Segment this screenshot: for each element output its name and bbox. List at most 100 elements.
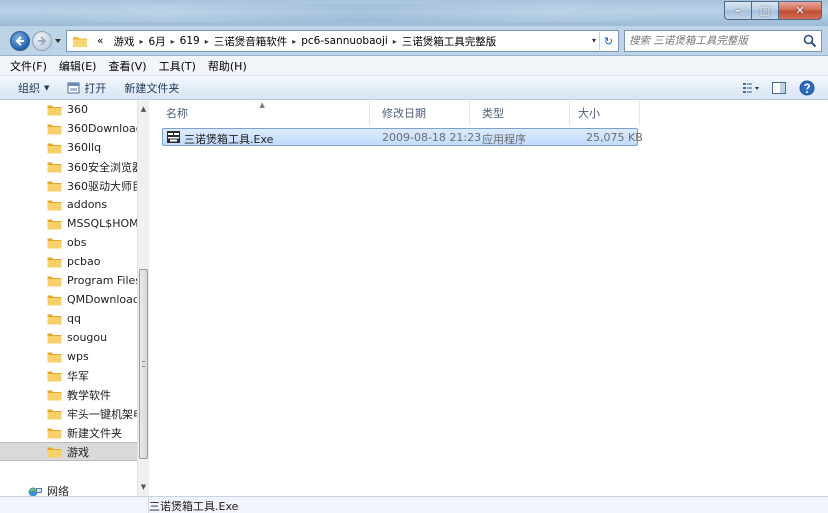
- minimize-button[interactable]: –: [724, 1, 751, 20]
- nav-folder-item[interactable]: 教学软件: [0, 385, 137, 404]
- forward-arrow-icon: [38, 36, 47, 46]
- menu-help[interactable]: 帮助(H): [202, 58, 253, 74]
- folder-icon: [47, 105, 62, 115]
- window-controls: – □ ✕: [724, 1, 822, 20]
- new-folder-button[interactable]: 新建文件夹: [124, 80, 179, 96]
- nav-folder-item[interactable]: 360Downloads: [0, 119, 137, 138]
- folder-icon: [47, 295, 62, 305]
- command-bar: 组织 ▼ 打开 新建文件夹: [0, 76, 828, 100]
- nav-folder-item[interactable]: 360llq: [0, 138, 137, 157]
- breadcrumb-item[interactable]: 三诺煲音箱软件: [209, 34, 293, 49]
- nav-folder-item-selected[interactable]: 游戏: [0, 442, 137, 461]
- change-view-button[interactable]: [740, 79, 762, 97]
- breadcrumb-item[interactable]: pc6-sannuobaoji: [296, 35, 393, 47]
- nav-folder-label: 360驱动大师目录: [67, 179, 137, 193]
- column-header-modified[interactable]: 修改日期: [370, 100, 470, 126]
- nav-folder-label: 360安全浏览器T: [67, 160, 137, 174]
- search-icon[interactable]: [803, 34, 817, 48]
- breadcrumb-item[interactable]: 619: [175, 35, 205, 47]
- nav-folder-label: pcbao: [67, 255, 101, 268]
- preview-pane-button[interactable]: [768, 79, 790, 97]
- forward-button[interactable]: [32, 31, 52, 51]
- column-header-size[interactable]: 大小: [570, 100, 640, 126]
- column-header-type[interactable]: 类型: [470, 100, 570, 126]
- folder-icon: [47, 390, 62, 400]
- nav-folder-label: 牢头一键机架电脑: [67, 407, 137, 421]
- nav-folder-item[interactable]: 新建文件夹: [0, 423, 137, 442]
- nav-folder-item[interactable]: wps: [0, 347, 137, 366]
- nav-folder-label: addons: [67, 198, 108, 211]
- organize-button[interactable]: 组织 ▼: [18, 80, 49, 96]
- folder-icon: [73, 37, 87, 47]
- nav-folder-item[interactable]: MSSQL$HOMEB: [0, 214, 137, 233]
- preview-pane-icon: [772, 82, 786, 94]
- nav-folder-item[interactable]: pcbao: [0, 252, 137, 271]
- file-row-selected[interactable]: 三诺煲箱工具.Exe 2009-08-18 21:23 应用程序 25,075 …: [162, 128, 643, 146]
- status-bar-left: [0, 497, 149, 513]
- column-header-name[interactable]: 名称 ▲: [150, 100, 370, 126]
- folder-icon: [47, 428, 62, 438]
- column-type-label: 类型: [482, 107, 504, 120]
- open-button[interactable]: 打开: [67, 80, 106, 96]
- application-icon: [167, 131, 180, 143]
- folder-icon: [47, 333, 62, 343]
- back-arrow-icon: [15, 36, 24, 46]
- nav-folder-label: 360llq: [67, 141, 102, 154]
- address-history-dropdown-icon[interactable]: ▾: [592, 36, 596, 45]
- status-bar: 三诺煲箱工具.Exe: [0, 496, 828, 513]
- nav-folder-item[interactable]: 360驱动大师目录: [0, 176, 137, 195]
- folder-icon: [47, 238, 62, 248]
- nav-folder-label: qq: [67, 312, 81, 325]
- breadcrumb-overflow[interactable]: «: [92, 35, 108, 47]
- right-border: [822, 100, 828, 496]
- scroll-down-icon[interactable]: ▼: [138, 480, 149, 494]
- folder-icon: [47, 200, 62, 210]
- menu-file[interactable]: 文件(F): [4, 58, 53, 74]
- sort-ascending-icon: ▲: [259, 101, 265, 109]
- nav-folder-item[interactable]: qq: [0, 309, 137, 328]
- nav-folder-label: 教学软件: [67, 388, 111, 402]
- nav-folder-item[interactable]: sougou: [0, 328, 137, 347]
- breadcrumb-item[interactable]: 三诺煲箱工具完整版: [397, 34, 502, 49]
- menu-tools[interactable]: 工具(T): [153, 58, 202, 74]
- close-button[interactable]: ✕: [778, 1, 822, 20]
- menu-edit[interactable]: 编辑(E): [53, 58, 103, 74]
- open-icon: [67, 82, 80, 93]
- back-button[interactable]: [10, 31, 30, 51]
- nav-folder-item[interactable]: obs: [0, 233, 137, 252]
- refresh-icon[interactable]: ↻: [599, 32, 617, 50]
- navigation-pane: 360 360Downloads 360llq 360安全浏览器T 360驱动大…: [0, 100, 149, 498]
- help-icon: [799, 80, 815, 96]
- folder-icon: [47, 371, 62, 381]
- recent-pages-dropdown-icon[interactable]: [54, 37, 62, 45]
- nav-folder-item[interactable]: 360: [0, 100, 137, 119]
- folder-icon: [47, 143, 62, 153]
- nav-folder-item[interactable]: 华军: [0, 366, 137, 385]
- close-icon: ✕: [795, 4, 805, 17]
- scroll-up-icon[interactable]: ▲: [138, 102, 149, 116]
- nav-folder-item[interactable]: QMDownload: [0, 290, 137, 309]
- nav-folder-label: Program Files (: [67, 274, 137, 287]
- open-label: 打开: [84, 81, 107, 95]
- help-button[interactable]: [796, 79, 818, 97]
- menu-view[interactable]: 查看(V): [102, 58, 152, 74]
- organize-label: 组织: [18, 81, 40, 95]
- address-bar[interactable]: « 游戏 ▸ 6月 ▸ 619 ▸ 三诺煲音箱软件 ▸ pc6-sannuoba…: [66, 30, 619, 52]
- folder-icon: [47, 314, 62, 324]
- navigation-scrollbar[interactable]: ▲ ▼: [137, 100, 149, 496]
- breadcrumb: « 游戏 ▸ 6月 ▸ 619 ▸ 三诺煲音箱软件 ▸ pc6-sannuoba…: [92, 34, 501, 49]
- breadcrumb-item[interactable]: 游戏: [108, 34, 139, 49]
- nav-folder-label: wps: [67, 350, 89, 363]
- address-row: « 游戏 ▸ 6月 ▸ 619 ▸ 三诺煲音箱软件 ▸ pc6-sannuoba…: [0, 26, 828, 56]
- maximize-button[interactable]: □: [751, 1, 778, 20]
- search-input[interactable]: [629, 35, 799, 47]
- nav-folder-item[interactable]: Program Files (: [0, 271, 137, 290]
- nav-folder-label: 华军: [67, 369, 89, 383]
- maximize-icon: □: [759, 4, 771, 17]
- folder-icon: [47, 352, 62, 362]
- folder-icon: [47, 219, 62, 229]
- nav-folder-item[interactable]: 360安全浏览器T: [0, 157, 137, 176]
- breadcrumb-item[interactable]: 6月: [143, 34, 170, 49]
- nav-folder-item[interactable]: 牢头一键机架电脑: [0, 404, 137, 423]
- nav-folder-item[interactable]: addons: [0, 195, 137, 214]
